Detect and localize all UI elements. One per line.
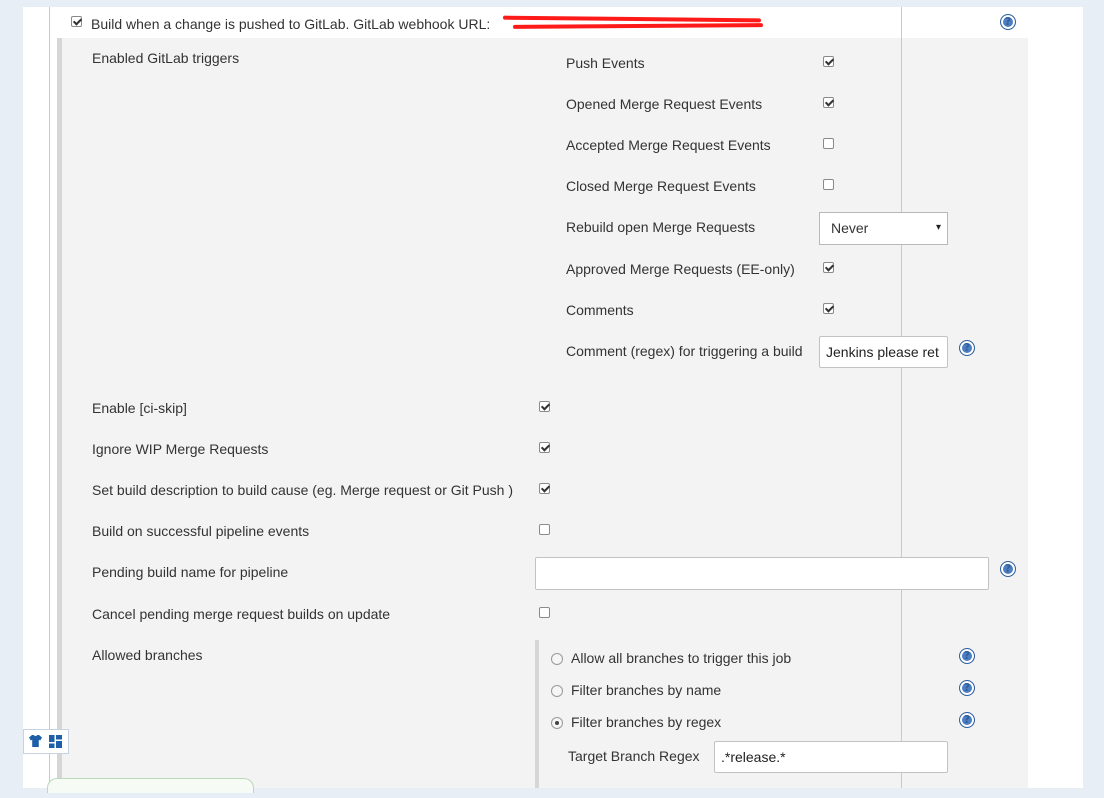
rebuild-open-mr-label: Rebuild open Merge Requests (566, 219, 756, 235)
filter-by-regex-label: Filter branches by regex (571, 714, 722, 730)
comments-label: Comments (566, 302, 634, 318)
ignore-wip-label: Ignore WIP Merge Requests (92, 441, 269, 457)
panel-indent-bar (57, 38, 62, 788)
help-icon[interactable]: ? (959, 340, 975, 356)
redacted-webhook-url (502, 13, 768, 31)
push-events-label: Push Events (566, 55, 645, 71)
help-icon[interactable]: ? (1000, 14, 1016, 30)
allow-all-branches-label: Allow all branches to trigger this job (571, 650, 792, 666)
floating-toolbar (23, 729, 69, 754)
ci-skip-label: Enable [ci-skip] (92, 400, 187, 416)
allow-all-branches-radio[interactable] (551, 653, 563, 665)
pending-build-name-label: Pending build name for pipeline (92, 564, 289, 580)
build-on-pipeline-checkbox[interactable] (539, 524, 550, 535)
gitlab-trigger-panel (57, 38, 1028, 788)
target-branch-regex-label: Target Branch Regex (568, 748, 700, 764)
help-icon[interactable]: ? (959, 648, 975, 664)
build-on-push-checkbox[interactable] (71, 16, 82, 27)
dropdown-arrow-icon: ▾ (935, 222, 941, 233)
filter-by-name-radio[interactable] (551, 685, 563, 697)
comment-regex-input[interactable]: Jenkins please ret (819, 336, 948, 368)
accepted-mr-events-checkbox[interactable] (823, 138, 834, 149)
filter-by-regex-radio[interactable] (551, 717, 563, 729)
rebuild-open-mr-value: Never (831, 220, 869, 236)
approved-mr-label: Approved Merge Requests (EE-only) (566, 261, 795, 277)
ignore-wip-checkbox[interactable] (539, 442, 550, 453)
build-on-push-label: Build when a change is pushed to GitLab.… (91, 16, 491, 32)
panel-right-divider (901, 7, 902, 788)
rebuild-open-mr-select[interactable]: Never ▾ (819, 212, 948, 245)
help-icon[interactable]: ? (959, 680, 975, 696)
cancel-pending-checkbox[interactable] (539, 607, 550, 618)
help-icon[interactable]: ? (1000, 561, 1016, 577)
build-on-pipeline-label: Build on successful pipeline events (92, 523, 310, 539)
target-branch-regex-input[interactable]: .*release.* (714, 741, 948, 773)
opened-mr-events-label: Opened Merge Request Events (566, 96, 763, 112)
tshirt-icon[interactable] (28, 734, 43, 748)
pending-build-name-input[interactable] (535, 557, 989, 590)
help-icon[interactable]: ? (959, 712, 975, 728)
closed-mr-events-checkbox[interactable] (823, 179, 834, 190)
comments-checkbox[interactable] (823, 303, 834, 314)
allowed-branches-label: Allowed branches (92, 647, 203, 663)
ci-skip-checkbox[interactable] (539, 401, 550, 412)
set-build-description-label: Set build description to build cause (eg… (92, 482, 513, 498)
filter-by-name-label: Filter branches by name (571, 682, 722, 698)
push-events-checkbox[interactable] (823, 56, 834, 67)
comment-regex-label: Comment (regex) for triggering a build (566, 343, 803, 359)
closed-mr-events-label: Closed Merge Request Events (566, 178, 756, 194)
set-build-description-checkbox[interactable] (539, 483, 550, 494)
approved-mr-checkbox[interactable] (823, 262, 834, 273)
grid-icon[interactable] (49, 735, 62, 748)
branches-indent-bar (535, 640, 539, 788)
opened-mr-events-checkbox[interactable] (823, 97, 834, 108)
enabled-triggers-label: Enabled GitLab triggers (92, 50, 240, 66)
cancel-pending-label: Cancel pending merge request builds on u… (92, 606, 391, 622)
accepted-mr-events-label: Accepted Merge Request Events (566, 137, 771, 153)
floating-bottom-panel (47, 778, 254, 793)
left-border-line (49, 7, 50, 788)
